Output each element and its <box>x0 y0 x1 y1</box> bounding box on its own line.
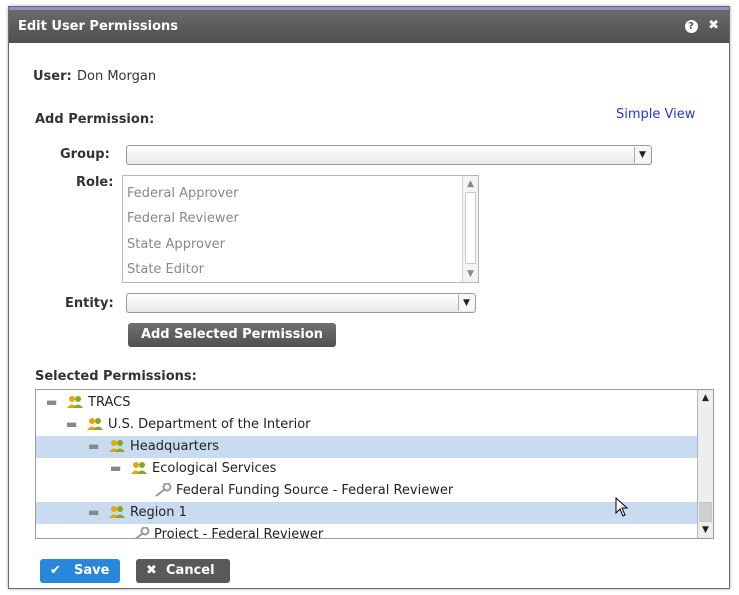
selected-permissions-heading: Selected Permissions: <box>35 369 197 384</box>
collapse-icon[interactable]: ▬ <box>66 414 77 435</box>
add-selected-permission-button[interactable]: Add Selected Permission <box>128 323 336 347</box>
scroll-thumb[interactable] <box>465 192 476 264</box>
scroll-up-icon[interactable]: ▲ <box>698 390 713 406</box>
role-option[interactable]: Federal Reviewer <box>127 211 239 226</box>
user-label: User: <box>33 69 72 84</box>
entity-label: Entity: <box>65 296 114 311</box>
edit-user-permissions-dialog: Edit User Permissions ? ✖ User: Don Morg… <box>8 6 730 589</box>
collapse-icon[interactable]: ▬ <box>88 436 99 457</box>
group-icon <box>131 462 147 474</box>
tree-row[interactable]: ▬ Region 1 <box>36 502 697 524</box>
mouse-pointer-icon <box>615 497 629 517</box>
chevron-down-icon[interactable]: ▼ <box>634 147 650 163</box>
simple-view-link[interactable]: Simple View <box>616 107 695 122</box>
group-select[interactable]: ▼ <box>126 145 652 165</box>
dialog-titlebar[interactable]: Edit User Permissions ? ✖ <box>9 7 729 43</box>
collapse-icon[interactable]: ▬ <box>88 502 99 523</box>
tree-row[interactable]: ▬ TRACS <box>36 392 697 414</box>
user-name: Don Morgan <box>77 69 157 84</box>
tree-scrollbar[interactable]: ▲ ▼ <box>697 390 713 538</box>
cancel-button[interactable]: ✖ Cancel <box>136 559 230 583</box>
group-icon <box>109 440 125 452</box>
tree-row[interactable]: Federal Funding Source - Federal Reviewe… <box>36 480 697 502</box>
entity-select[interactable]: ▼ <box>126 293 476 313</box>
tree-row[interactable]: ▬ Ecological Services <box>36 458 697 480</box>
tree-row-label: Project - Federal Reviewer <box>154 527 324 539</box>
scroll-up-icon[interactable]: ▲ <box>463 176 478 192</box>
save-button-label: Save <box>74 563 110 578</box>
tree-row-label: TRACS <box>88 395 131 410</box>
tree-row[interactable]: ▬ U.S. Department of the Interior <box>36 414 697 436</box>
scroll-thumb[interactable] <box>699 502 712 522</box>
key-icon <box>134 527 150 538</box>
tree-row[interactable]: ▬ Headquarters <box>36 436 697 458</box>
group-icon <box>109 506 125 518</box>
chevron-down-icon[interactable]: ▼ <box>458 295 474 311</box>
group-label: Group: <box>60 147 110 162</box>
save-button[interactable]: ✔ Save <box>40 559 120 583</box>
role-option[interactable]: State Editor <box>127 262 204 277</box>
role-option[interactable]: State Approver <box>127 237 225 252</box>
role-option[interactable]: Federal Approver <box>127 186 239 201</box>
collapse-icon[interactable]: ▬ <box>46 392 57 413</box>
scroll-down-icon[interactable]: ▼ <box>698 522 713 538</box>
role-scrollbar[interactable]: ▲ ▼ <box>462 176 478 282</box>
collapse-icon[interactable]: ▬ <box>110 458 121 479</box>
selected-permissions-tree[interactable]: ▬ TRACS ▬ U.S. Department of the Interio… <box>35 389 714 539</box>
role-label: Role: <box>76 175 114 190</box>
group-icon <box>67 396 83 408</box>
tree-row-label: Region 1 <box>130 505 187 520</box>
role-listbox[interactable]: Federal Approver Federal Reviewer State … <box>122 175 479 283</box>
key-icon <box>155 483 172 497</box>
tree-row-label: Ecological Services <box>152 461 277 476</box>
checkmark-icon: ✔ <box>50 563 61 578</box>
cancel-button-label: Cancel <box>166 563 215 578</box>
close-icon: ✖ <box>146 563 157 578</box>
add-permission-heading: Add Permission: <box>35 112 155 127</box>
dialog-title: Edit User Permissions <box>18 19 179 34</box>
tree-row-label: Headquarters <box>130 439 220 454</box>
group-icon <box>87 418 103 430</box>
scroll-down-icon[interactable]: ▼ <box>463 266 478 282</box>
close-icon[interactable]: ✖ <box>708 18 719 33</box>
question-icon[interactable]: ? <box>684 20 698 33</box>
tree-row-label: U.S. Department of the Interior <box>108 417 311 432</box>
tree-row[interactable]: Project - Federal Reviewer <box>36 524 697 539</box>
tree-row-label: Federal Funding Source - Federal Reviewe… <box>176 483 454 498</box>
